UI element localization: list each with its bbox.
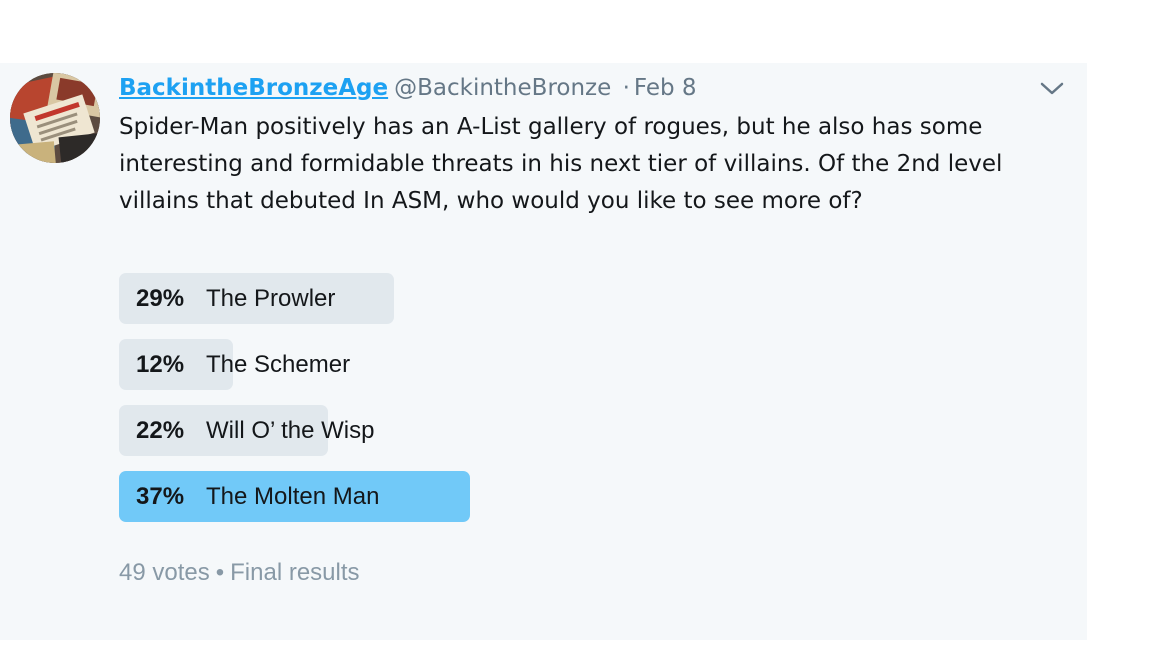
header-separator: · — [622, 75, 630, 101]
user-handle[interactable]: @BackintheBronze — [394, 75, 611, 101]
poll-percent: 29% — [136, 285, 185, 312]
poll-footer: 49 votes • Final results — [119, 559, 360, 587]
poll-percent: 22% — [136, 417, 185, 444]
display-name-link[interactable]: BackintheBronzeAge — [119, 75, 388, 101]
more-options-button[interactable] — [1038, 79, 1066, 99]
tweet-text: Spider-Man positively has an A-List gall… — [119, 114, 1003, 214]
avatar-comic-stack-image — [10, 73, 100, 163]
tweet-timestamp[interactable]: Feb 8 — [634, 75, 697, 101]
vote-count: 49 votes — [119, 559, 210, 586]
poll-percent: 37% — [136, 483, 185, 510]
footer-bullet: • — [215, 559, 225, 586]
avatar[interactable] — [10, 73, 100, 163]
poll-option-winner[interactable]: 37% The Molten Man — [119, 471, 719, 522]
poll-option-label: The Molten Man — [206, 483, 380, 510]
poll-option-label: Will O’ the Wisp — [206, 417, 375, 444]
poll-option[interactable]: 12% The Schemer — [119, 339, 719, 390]
poll-percent: 12% — [136, 351, 185, 378]
chevron-down-icon — [1040, 82, 1064, 95]
tweet-card[interactable]: BackintheBronzeAge @BackintheBronze · Feb … — [0, 63, 1087, 640]
poll: 29% The Prowler 12% The Schemer 22% Will… — [119, 273, 719, 537]
poll-option[interactable]: 29% The Prowler — [119, 273, 719, 324]
poll-option-label: The Prowler — [206, 285, 336, 312]
poll-option-label: The Schemer — [206, 351, 351, 378]
tweet-header: BackintheBronzeAge @BackintheBronze · Feb … — [119, 73, 697, 103]
poll-option[interactable]: 22% Will O’ the Wisp — [119, 405, 719, 456]
poll-status: Final results — [230, 559, 360, 586]
